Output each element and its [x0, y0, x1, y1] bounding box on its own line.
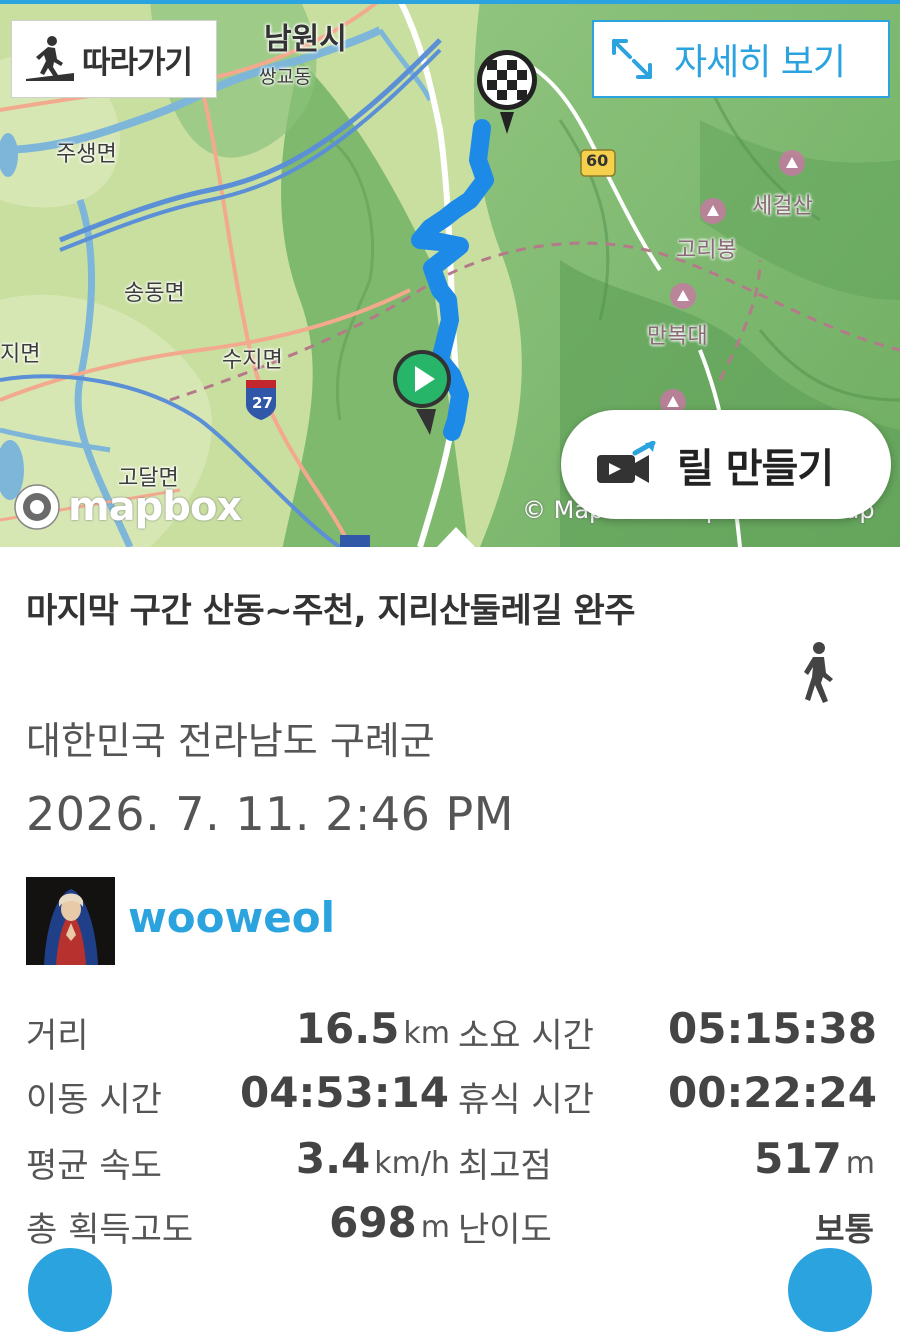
- map-label-songdong: 송동면: [124, 281, 185, 306]
- expand-arrows-icon: [612, 39, 652, 79]
- stat-difficulty-label: 난이도: [458, 1210, 552, 1250]
- stat-gain-number: 698: [329, 1198, 417, 1247]
- stat-avg-speed-unit: km/h: [374, 1146, 450, 1181]
- map-label-ssanggyo: 쌍교동: [259, 66, 312, 88]
- video-camera-icon: [597, 440, 656, 483]
- stat-distance-label: 거리: [26, 1016, 89, 1056]
- map-label-goribong: 고리봉: [676, 238, 737, 263]
- stat-gain-unit: m: [420, 1210, 450, 1245]
- map-label-jusaeng: 주생면: [56, 142, 117, 167]
- avatar-image: [26, 877, 115, 965]
- stat-moving-time-value: 04:53:14: [240, 1068, 449, 1117]
- finish-flag-icon[interactable]: [474, 44, 540, 136]
- stat-avg-speed-number: 3.4: [295, 1134, 371, 1183]
- stat-distance-value: 16.5 km: [290, 1004, 450, 1053]
- user-avatar[interactable]: [26, 877, 115, 965]
- stat-total-time-label: 소요 시간: [458, 1016, 594, 1056]
- route-60-shield: 60: [586, 151, 609, 170]
- stat-max-alt-number: 517: [754, 1134, 842, 1183]
- mapbox-wordmark: mapbox: [68, 484, 242, 530]
- hiker-on-path-icon: [26, 36, 74, 81]
- stat-max-alt-value: 517 m: [700, 1134, 875, 1183]
- stat-total-time-value: 05:15:38: [668, 1004, 877, 1053]
- stat-moving-time-label: 이동 시간: [26, 1080, 162, 1120]
- activity-datetime: 2026. 7. 11. 2:46 PM: [26, 787, 514, 841]
- mapbox-icon: [14, 484, 60, 530]
- top-accent-line: [0, 0, 900, 4]
- stat-distance-unit: km: [403, 1016, 450, 1051]
- username-link[interactable]: wooweol: [128, 893, 335, 942]
- stat-rest-time-value: 00:22:24: [668, 1068, 877, 1117]
- map-label-segeolsan: 세걸산: [752, 194, 813, 219]
- stat-max-alt-label: 최고점: [458, 1146, 552, 1186]
- route-map[interactable]: 남원시 쌍교동 주생면 송동면 지면 수지면 고달면 세걸산 고리봉 만복대 6…: [0, 0, 900, 547]
- view-detail-button[interactable]: 자세히 보기: [592, 20, 890, 98]
- bottom-left-fab[interactable]: [28, 1248, 112, 1332]
- stat-avg-speed-value: 3.4 km/h: [250, 1134, 450, 1183]
- stat-difficulty-value: 보통: [815, 1210, 874, 1248]
- activity-location: 대한민국 전라남도 구례군: [26, 719, 435, 763]
- activity-title: 마지막 구간 산동~주천, 지리산둘레길 완주: [26, 591, 636, 631]
- map-pointer-notch: [437, 527, 475, 547]
- map-label-manbokdae: 만복대: [647, 324, 708, 349]
- stat-gain-label: 총 획득고도: [26, 1210, 194, 1250]
- stat-rest-time-label: 휴식 시간: [458, 1080, 594, 1120]
- start-marker-icon[interactable]: [390, 347, 454, 437]
- bottom-right-fab[interactable]: [788, 1248, 872, 1332]
- make-reels-button[interactable]: 릴 만들기: [561, 410, 891, 519]
- follow-button[interactable]: 따라가기: [11, 20, 217, 98]
- view-detail-label: 자세히 보기: [674, 42, 846, 83]
- map-label-jimyeon: 지면: [0, 342, 41, 367]
- route-27-shield: 27: [252, 394, 273, 412]
- mapbox-logo[interactable]: mapbox: [12, 478, 242, 536]
- stat-max-alt-unit: m: [845, 1146, 875, 1181]
- follow-label: 따라가기: [82, 44, 193, 81]
- map-label-namwon: 남원시: [264, 22, 347, 57]
- walking-person-icon: [804, 642, 833, 703]
- stat-distance-number: 16.5: [295, 1004, 400, 1053]
- map-label-suji: 수지면: [222, 348, 283, 373]
- stat-gain-value: 698 m: [290, 1198, 450, 1247]
- make-reels-label: 릴 만들기: [677, 445, 834, 492]
- stat-avg-speed-label: 평균 속도: [26, 1146, 162, 1186]
